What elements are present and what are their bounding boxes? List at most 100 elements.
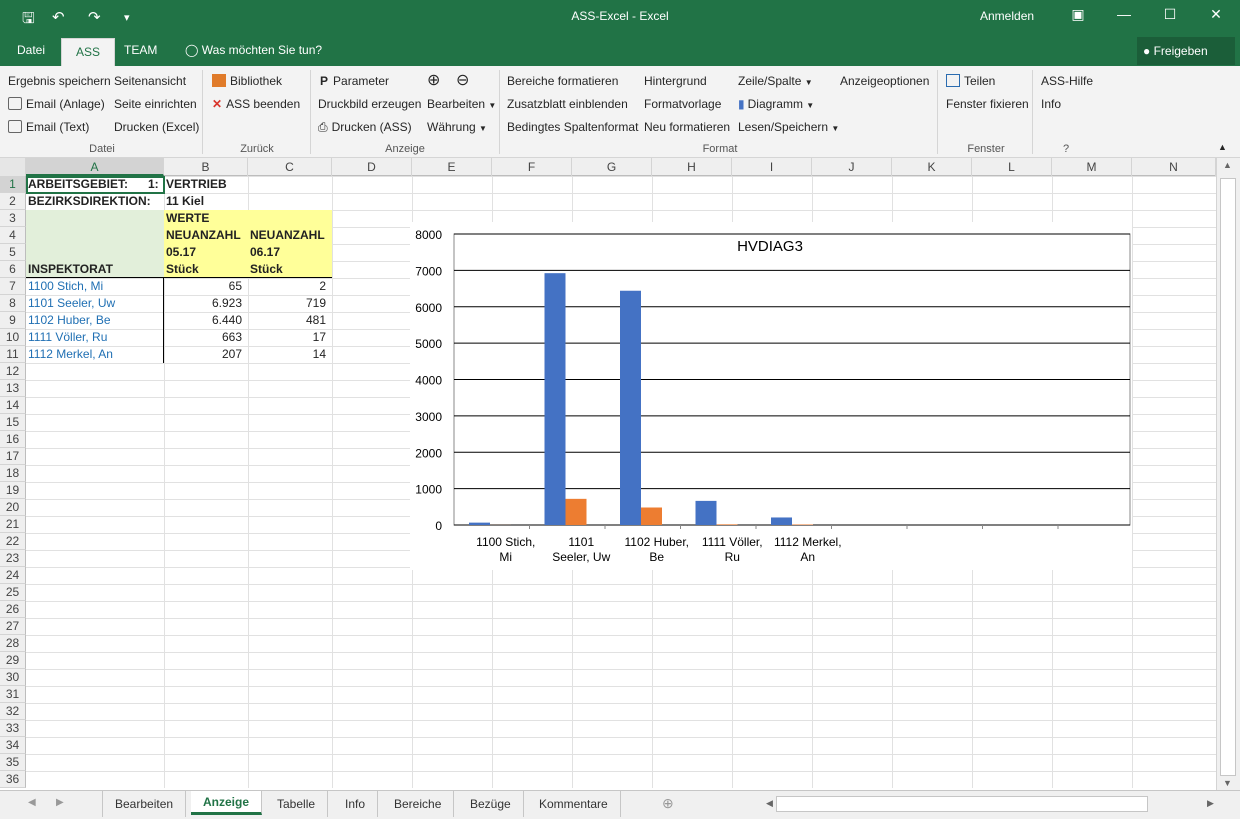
- row-header[interactable]: 27: [0, 618, 26, 635]
- cell-b2[interactable]: 11 Kiel: [164, 193, 206, 210]
- read-save-dropdown[interactable]: Lesen/Speichern ▼: [738, 120, 839, 134]
- currency-dropdown[interactable]: Währung ▼: [427, 120, 487, 134]
- row-header[interactable]: 28: [0, 635, 26, 652]
- save-result-button[interactable]: Ergebnis speichern: [8, 74, 111, 88]
- row-header[interactable]: 23: [0, 550, 26, 567]
- cell-value-b[interactable]: 663: [164, 329, 244, 346]
- select-all-corner[interactable]: [0, 158, 26, 176]
- cell-c5[interactable]: 06.17: [248, 244, 282, 261]
- diagram-dropdown[interactable]: ▮ Diagramm ▼: [738, 97, 814, 111]
- next-sheet-icon[interactable]: ▶: [56, 797, 64, 808]
- cell-inspectorate-name[interactable]: 1111 Völler, Ru: [26, 329, 109, 346]
- column-header-b[interactable]: B: [164, 158, 248, 176]
- minimize-icon[interactable]: —: [1109, 6, 1139, 22]
- cell-value-b[interactable]: 6.440: [164, 312, 244, 329]
- reformat-button[interactable]: Neu formatieren: [644, 120, 730, 134]
- sheet-tab-bereiche[interactable]: Bereiche: [382, 791, 455, 817]
- cell-b1[interactable]: VERTRIEB: [164, 176, 229, 193]
- ribbon-display-icon[interactable]: ▣: [1063, 6, 1093, 23]
- cell-b4[interactable]: NEUANZAHL: [164, 227, 243, 244]
- row-header[interactable]: 22: [0, 533, 26, 550]
- cell-value-c[interactable]: 17: [248, 329, 328, 346]
- row-header[interactable]: 13: [0, 380, 26, 397]
- sign-in-link[interactable]: Anmelden: [980, 9, 1034, 23]
- print-ass-button[interactable]: ⎙ Drucken (ASS): [318, 120, 412, 135]
- parameter-button[interactable]: P Parameter: [320, 74, 389, 88]
- column-header-n[interactable]: N: [1132, 158, 1216, 176]
- freeze-panes-button[interactable]: Fenster fixieren: [946, 97, 1029, 111]
- tell-me-input[interactable]: ◯ Was möchten Sie tun?: [185, 43, 322, 57]
- column-header-k[interactable]: K: [892, 158, 972, 176]
- row-header[interactable]: 10: [0, 329, 26, 346]
- tab-ass[interactable]: ASS: [61, 38, 116, 66]
- cell-b6[interactable]: Stück: [164, 261, 201, 278]
- row-header[interactable]: 11: [0, 346, 26, 363]
- row-header[interactable]: 36: [0, 771, 26, 788]
- page-setup-button[interactable]: Seite einrichten: [114, 97, 197, 111]
- collapse-ribbon-icon[interactable]: ▲: [1218, 142, 1227, 152]
- row-header[interactable]: 20: [0, 499, 26, 516]
- background-button[interactable]: Hintergrund: [644, 74, 707, 88]
- show-extra-sheet-button[interactable]: Zusatzblatt einblenden: [507, 97, 628, 111]
- row-header[interactable]: 8: [0, 295, 26, 312]
- column-header-m[interactable]: M: [1052, 158, 1132, 176]
- zoom-in-icon[interactable]: ⊕: [427, 70, 440, 90]
- row-header[interactable]: 2: [0, 193, 26, 210]
- share-button[interactable]: ● Freigeben: [1137, 37, 1235, 65]
- scroll-left-icon[interactable]: ◀: [766, 798, 773, 809]
- column-header-h[interactable]: H: [652, 158, 732, 176]
- vertical-scroll-thumb[interactable]: [1220, 178, 1236, 776]
- row-header[interactable]: 30: [0, 669, 26, 686]
- format-template-button[interactable]: Formatvorlage: [644, 97, 721, 111]
- cell-a1[interactable]: ARBEITSGEBIET:: [26, 176, 130, 193]
- vertical-scrollbar[interactable]: ▲ ▼: [1216, 158, 1240, 790]
- sheet-tab-kommentare[interactable]: Kommentare: [527, 791, 621, 817]
- cell-inspectorate-name[interactable]: 1102 Huber, Be: [26, 312, 113, 329]
- row-header[interactable]: 15: [0, 414, 26, 431]
- cell-value-b[interactable]: 207: [164, 346, 244, 363]
- email-text-button[interactable]: Email (Text): [8, 120, 89, 134]
- cell-a6[interactable]: INSPEKTORAT: [26, 261, 115, 278]
- row-header[interactable]: 14: [0, 397, 26, 414]
- row-header[interactable]: 33: [0, 720, 26, 737]
- row-header[interactable]: 35: [0, 754, 26, 771]
- close-icon[interactable]: ✕: [1201, 6, 1231, 23]
- row-header[interactable]: 21: [0, 516, 26, 533]
- row-header[interactable]: 25: [0, 584, 26, 601]
- chart-hvdiag3[interactable]: 0 1000 2000 3000 4000 5000 6000 7000 8000 HVDIAG3…: [410, 222, 1134, 570]
- cell-c4[interactable]: NEUANZAHL: [248, 227, 327, 244]
- column-header-a[interactable]: A: [26, 158, 164, 176]
- sheet-tab-anzeige[interactable]: Anzeige: [191, 791, 263, 815]
- display-options-button[interactable]: Anzeigeoptionen: [840, 74, 929, 88]
- sheet-tab-info[interactable]: Info: [333, 791, 379, 817]
- edit-dropdown[interactable]: Bearbeiten ▼: [427, 97, 496, 111]
- cell-value-c[interactable]: 481: [248, 312, 328, 329]
- column-header-j[interactable]: J: [812, 158, 892, 176]
- row-header[interactable]: 6: [0, 261, 26, 278]
- row-column-dropdown[interactable]: Zeile/Spalte ▼: [738, 74, 813, 88]
- cell-inspectorate-name[interactable]: 1112 Merkel, An: [26, 346, 115, 363]
- row-header[interactable]: 32: [0, 703, 26, 720]
- info-button[interactable]: Info: [1041, 97, 1061, 111]
- scroll-down-icon[interactable]: ▼: [1223, 778, 1232, 788]
- row-header[interactable]: 18: [0, 465, 26, 482]
- row-header[interactable]: 9: [0, 312, 26, 329]
- maximize-icon[interactable]: ☐: [1155, 6, 1185, 23]
- create-print-image-button[interactable]: Druckbild erzeugen: [318, 97, 421, 111]
- cell-b3[interactable]: WERTE: [164, 210, 211, 227]
- sheet-tab-tabelle[interactable]: Tabelle: [265, 791, 329, 817]
- row-header[interactable]: 34: [0, 737, 26, 754]
- sheet-tab-bearbeiten[interactable]: Bearbeiten: [102, 791, 187, 817]
- cell-a2[interactable]: BEZIRKSDIREKTION:: [26, 193, 153, 210]
- row-header[interactable]: 16: [0, 431, 26, 448]
- scroll-right-icon[interactable]: ▶: [1207, 798, 1214, 809]
- print-excel-button[interactable]: Drucken (Excel): [114, 120, 199, 134]
- cell-c6[interactable]: Stück: [248, 261, 285, 278]
- row-header[interactable]: 29: [0, 652, 26, 669]
- column-header-g[interactable]: G: [572, 158, 652, 176]
- cell-value-b[interactable]: 65: [164, 278, 244, 295]
- row-header[interactable]: 26: [0, 601, 26, 618]
- scroll-up-icon[interactable]: ▲: [1223, 160, 1232, 170]
- row-header[interactable]: 3: [0, 210, 26, 227]
- tab-team[interactable]: TEAM: [124, 43, 157, 57]
